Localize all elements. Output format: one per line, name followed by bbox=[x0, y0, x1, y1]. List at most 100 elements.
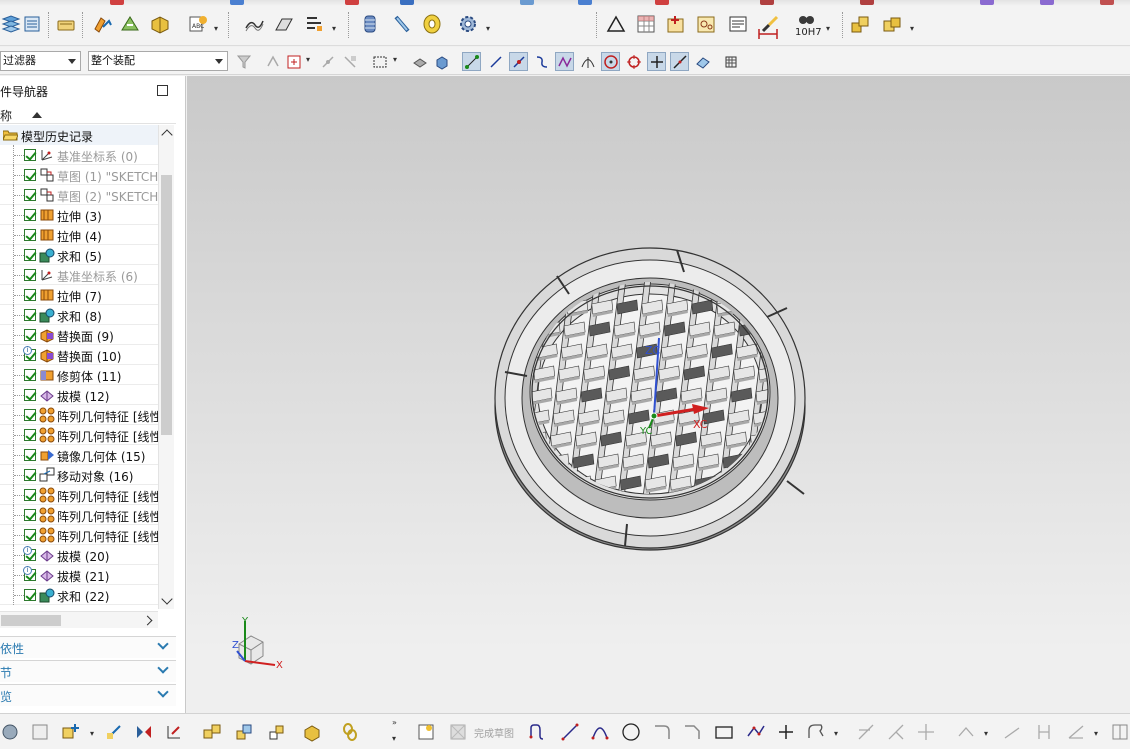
align-icon[interactable] bbox=[302, 12, 326, 36]
wave-linker-icon[interactable] bbox=[300, 720, 324, 744]
scroll-up-icon[interactable] bbox=[161, 129, 173, 141]
chamfer-icon[interactable] bbox=[680, 720, 704, 744]
filter-icon[interactable] bbox=[234, 52, 253, 71]
tree-node[interactable]: i 拔模 (20) bbox=[0, 545, 158, 565]
reposition-icon[interactable] bbox=[264, 720, 288, 744]
navigator-horizontal-scrollbar[interactable] bbox=[0, 611, 158, 628]
tree-node[interactable]: 替换面 (9) bbox=[0, 325, 158, 345]
select-box-icon[interactable] bbox=[370, 52, 389, 71]
trim-icon[interactable] bbox=[854, 720, 878, 744]
visibility-checkbox[interactable] bbox=[24, 509, 36, 521]
tree-node[interactable]: 阵列几何特征 [线性 bbox=[0, 485, 158, 505]
scroll-right-icon[interactable] bbox=[142, 615, 153, 626]
spring-icon[interactable] bbox=[358, 12, 382, 36]
note-icon[interactable] bbox=[726, 12, 750, 36]
scroll-thumb[interactable] bbox=[1, 615, 61, 626]
snap-endpoint-icon[interactable] bbox=[462, 52, 481, 71]
angle-dimension-icon[interactable] bbox=[1064, 720, 1088, 744]
visibility-checkbox[interactable] bbox=[24, 429, 36, 441]
circle-icon[interactable] bbox=[619, 720, 643, 744]
pick-icon[interactable] bbox=[340, 52, 359, 71]
type-filter-select[interactable]: 过滤器 bbox=[0, 51, 81, 71]
visibility-checkbox[interactable] bbox=[24, 169, 36, 181]
maximize-icon[interactable] bbox=[157, 85, 168, 96]
drawing-icon[interactable] bbox=[28, 720, 52, 744]
body-select-icon[interactable] bbox=[432, 52, 451, 71]
view-triad[interactable]: Y X Z bbox=[232, 616, 283, 671]
visibility-checkbox[interactable] bbox=[24, 289, 36, 301]
symbol-icon[interactable] bbox=[694, 12, 718, 36]
tree-node[interactable]: 求和 (5) bbox=[0, 245, 158, 265]
tree-node[interactable]: 阵列几何特征 [线性 bbox=[0, 525, 158, 545]
visibility-checkbox[interactable] bbox=[24, 149, 36, 161]
snap-midpoint-icon[interactable] bbox=[509, 52, 528, 71]
snap-control-icon[interactable] bbox=[555, 52, 574, 71]
visibility-checkbox[interactable] bbox=[24, 389, 36, 401]
tree-node[interactable]: 草图 (1) "SKETCH_ bbox=[0, 165, 158, 185]
vertical-dimension-icon[interactable] bbox=[1032, 720, 1056, 744]
visibility-checkbox[interactable] bbox=[24, 189, 36, 201]
rectangle-icon[interactable] bbox=[712, 720, 736, 744]
snap-on-curve-icon[interactable] bbox=[670, 52, 689, 71]
extend-icon[interactable] bbox=[884, 720, 908, 744]
name-column-header[interactable]: 称 bbox=[0, 104, 176, 124]
tree-node[interactable]: 拉伸 (7) bbox=[0, 285, 158, 305]
replace-component-icon[interactable] bbox=[232, 720, 256, 744]
dimension-sketch-icon[interactable] bbox=[1000, 720, 1024, 744]
part-icon[interactable] bbox=[0, 720, 22, 744]
snap-icon[interactable] bbox=[318, 52, 337, 71]
visibility-checkbox[interactable] bbox=[24, 449, 36, 461]
tree-node[interactable]: 基准坐标系 (0) bbox=[0, 145, 158, 165]
tree-node[interactable]: 阵列几何特征 [线性 bbox=[0, 505, 158, 525]
details-panel-header[interactable]: 细节 bbox=[0, 660, 176, 682]
polyline-icon[interactable] bbox=[744, 720, 768, 744]
selection-scope-select[interactable]: 整个装配 bbox=[88, 51, 228, 71]
tree-node[interactable]: 阵列几何特征 [线性 bbox=[0, 425, 158, 445]
preview-panel-header[interactable]: 预览 bbox=[0, 684, 176, 706]
sketch-settings-icon[interactable] bbox=[1108, 720, 1130, 744]
visibility-checkbox[interactable] bbox=[24, 309, 36, 321]
stamp-icon[interactable] bbox=[54, 12, 78, 36]
offset-surface-icon[interactable] bbox=[272, 12, 296, 36]
dependencies-panel-header[interactable]: 相依性 bbox=[0, 636, 176, 658]
snap-face-icon[interactable] bbox=[693, 52, 712, 71]
table-icon[interactable] bbox=[634, 12, 658, 36]
tree-node[interactable]: 基准坐标系 (6) bbox=[0, 265, 158, 285]
tree-node[interactable]: i 替换面 (10) bbox=[0, 345, 158, 365]
snap-intersection-icon[interactable] bbox=[578, 52, 597, 71]
tree-root-model-history[interactable]: 模型历史记录 bbox=[0, 125, 158, 145]
layer-settings-icon[interactable] bbox=[20, 12, 44, 36]
visibility-checkbox[interactable] bbox=[24, 589, 36, 601]
rect-select-icon[interactable] bbox=[284, 52, 303, 71]
tree-node[interactable]: i 拔模 (21) bbox=[0, 565, 158, 585]
point-icon[interactable] bbox=[774, 720, 798, 744]
pattern-component-icon[interactable] bbox=[200, 720, 224, 744]
surface-icon[interactable] bbox=[242, 12, 266, 36]
tree-node[interactable]: 求和 (8) bbox=[0, 305, 158, 325]
snap-quadrant-icon[interactable] bbox=[624, 52, 643, 71]
edit-parameters-icon[interactable] bbox=[90, 12, 114, 36]
fillet-icon[interactable] bbox=[650, 720, 674, 744]
offset-curve-icon[interactable] bbox=[804, 720, 828, 744]
line-icon[interactable] bbox=[558, 720, 582, 744]
finish-sketch-icon[interactable] bbox=[446, 720, 470, 744]
triangle-icon[interactable] bbox=[604, 12, 628, 36]
visibility-checkbox[interactable] bbox=[24, 529, 36, 541]
tree-node[interactable]: 移动对象 (16) bbox=[0, 465, 158, 485]
profile-icon[interactable] bbox=[526, 720, 550, 744]
visibility-checkbox[interactable] bbox=[24, 409, 36, 421]
scroll-thumb[interactable] bbox=[161, 175, 172, 435]
finish-sketch-label[interactable]: 完成草图 bbox=[474, 725, 514, 740]
visibility-checkbox[interactable] bbox=[24, 489, 36, 501]
mirror-icon[interactable] bbox=[132, 720, 156, 744]
edit-positioning-icon[interactable] bbox=[118, 12, 142, 36]
tree-node[interactable]: 草图 (2) "SKETCH_ bbox=[0, 185, 158, 205]
tree-node[interactable]: 拔模 (12) bbox=[0, 385, 158, 405]
navigator-vertical-scrollbar[interactable] bbox=[158, 125, 174, 609]
bearing-icon[interactable] bbox=[420, 12, 444, 36]
assembly-icon[interactable] bbox=[848, 12, 872, 36]
model-canvas[interactable]: ZC XC YC Y X Z bbox=[187, 76, 1130, 713]
select-icon[interactable] bbox=[263, 52, 282, 71]
visibility-checkbox[interactable] bbox=[24, 229, 36, 241]
visibility-checkbox[interactable] bbox=[24, 249, 36, 261]
